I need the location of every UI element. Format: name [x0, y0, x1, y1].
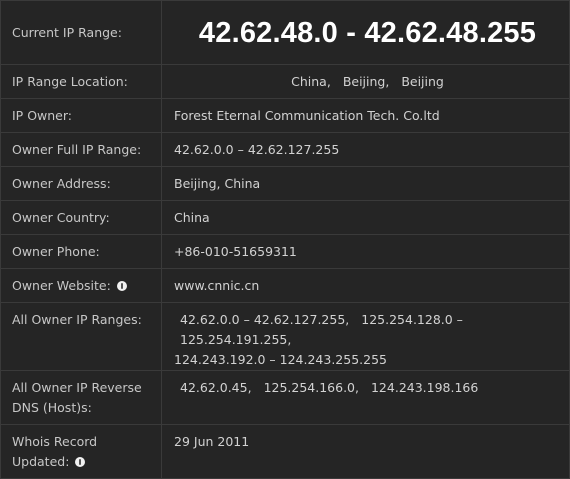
location-city: Beijing [401, 74, 444, 89]
reverse-dns-item: 125.254.166.0, [263, 380, 359, 395]
ip-owner-value: Forest Eternal Communication Tech. Co.lt… [161, 98, 570, 133]
owner-phone-value: +86-010-51659311 [161, 234, 570, 269]
row-owner-country: Owner Country: China [0, 200, 570, 235]
label-owner-website-cell: Owner Website: [0, 268, 162, 303]
row-current-ip-range: Current IP Range: 42.62.48.0 - 42.62.48.… [0, 0, 570, 65]
reverse-dns-item: 124.243.198.166 [370, 380, 479, 395]
ip-range-item: 42.62.0.0 – 42.62.127.255, [180, 312, 350, 327]
label-whois-updated: Whois Record Updated: [0, 424, 162, 479]
row-ip-range-location: IP Range Location: China, Beijing, Beiji… [0, 64, 570, 99]
label-reverse-dns-line2: DNS (Host)s: [12, 400, 92, 415]
label-owner-phone: Owner Phone: [0, 234, 162, 269]
label-reverse-dns: All Owner IP Reverse DNS (Host)s: [0, 370, 162, 425]
label-owner-website: Owner Website: [12, 278, 111, 293]
location-country: China, [291, 74, 331, 89]
ip-range-item: 124.243.192.0 – 124.243.255.255 [174, 352, 388, 367]
label-reverse-dns-line1: All Owner IP Reverse [12, 380, 142, 395]
label-owner-full-ip-range: Owner Full IP Range: [0, 132, 162, 167]
label-all-owner-ip-ranges: All Owner IP Ranges: [0, 302, 162, 371]
reverse-dns-value: 42.62.0.45, 125.254.166.0, 124.243.198.1… [161, 370, 570, 425]
reverse-dns-item: 42.62.0.45, [180, 380, 252, 395]
current-ip-range-value: 42.62.48.0 - 42.62.48.255 [161, 0, 570, 65]
label-ip-owner: IP Owner: [0, 98, 162, 133]
label-whois-updated-line2: Updated: [12, 454, 70, 469]
owner-country-value: China [161, 200, 570, 235]
row-whois-updated: Whois Record Updated: 29 Jun 2011 [0, 424, 570, 479]
info-circle-icon[interactable] [116, 281, 127, 291]
ip-range-location-value: China, Beijing, Beijing [161, 64, 570, 99]
row-all-owner-ip-ranges: All Owner IP Ranges: 42.62.0.0 – 42.62.1… [0, 302, 570, 371]
whois-updated-value: 29 Jun 2011 [161, 424, 570, 479]
label-owner-country: Owner Country: [0, 200, 162, 235]
row-reverse-dns: All Owner IP Reverse DNS (Host)s: 42.62.… [0, 370, 570, 425]
owner-website-value: www.cnnic.cn [161, 268, 570, 303]
row-ip-owner: IP Owner: Forest Eternal Communication T… [0, 98, 570, 133]
row-owner-website: Owner Website: www.cnnic.cn [0, 268, 570, 303]
label-current-ip-range: Current IP Range: [0, 0, 162, 65]
label-ip-range-location: IP Range Location: [0, 64, 162, 99]
all-owner-ip-ranges-value: 42.62.0.0 – 42.62.127.255, 125.254.128.0… [161, 302, 570, 371]
ip-info-table: Current IP Range: 42.62.48.0 - 42.62.48.… [0, 0, 570, 479]
location-region: Beijing, [342, 74, 390, 89]
label-owner-address: Owner Address: [0, 166, 162, 201]
row-owner-address: Owner Address: Beijing, China [0, 166, 570, 201]
info-circle-icon[interactable] [75, 457, 86, 467]
row-owner-phone: Owner Phone: +86-010-51659311 [0, 234, 570, 269]
owner-full-ip-range-value: 42.62.0.0 – 42.62.127.255 [161, 132, 570, 167]
row-owner-full-ip-range: Owner Full IP Range: 42.62.0.0 – 42.62.1… [0, 132, 570, 167]
owner-address-value: Beijing, China [161, 166, 570, 201]
label-whois-updated-line1: Whois Record [12, 434, 98, 449]
